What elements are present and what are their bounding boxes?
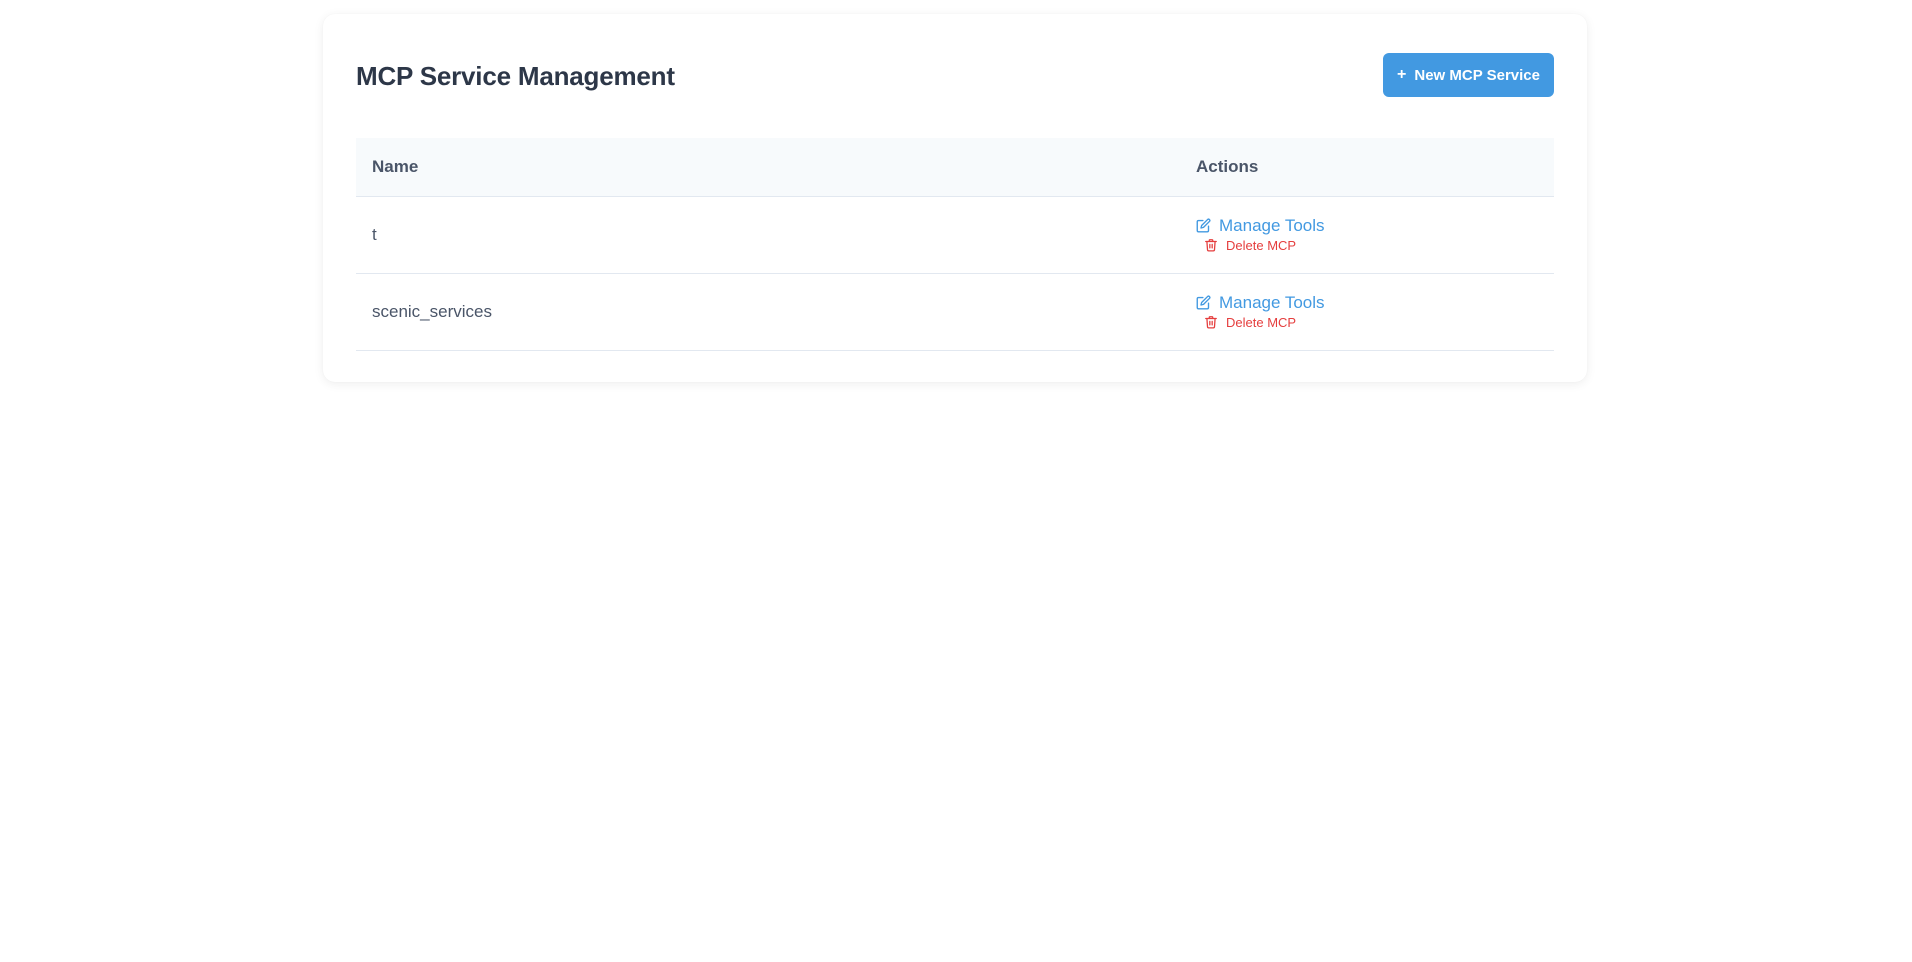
trash-icon: [1204, 238, 1218, 252]
manage-tools-link[interactable]: Manage Tools: [1196, 216, 1325, 236]
table-header: Name Actions: [356, 138, 1554, 197]
manage-tools-link[interactable]: Manage Tools: [1196, 293, 1325, 313]
table-row: scenic_services Manage Tools Delete MCP: [356, 274, 1554, 351]
edit-icon: [1196, 295, 1211, 310]
service-name: t: [372, 225, 377, 244]
service-name: scenic_services: [372, 302, 492, 321]
plus-icon: +: [1397, 66, 1407, 83]
column-header-name: Name: [372, 157, 419, 176]
edit-icon: [1196, 218, 1211, 233]
page-title: MCP Service Management: [356, 60, 675, 91]
new-mcp-service-button[interactable]: + New MCP Service: [1383, 53, 1554, 97]
manage-tools-label: Manage Tools: [1219, 215, 1325, 235]
card-header: MCP Service Management + New MCP Service: [356, 53, 1554, 98]
delete-mcp-link[interactable]: Delete MCP: [1196, 315, 1296, 330]
page: MCP Service Management + New MCP Service…: [0, 0, 1912, 962]
delete-mcp-link[interactable]: Delete MCP: [1196, 238, 1296, 253]
row-actions: Manage Tools Delete MCP: [1196, 216, 1554, 253]
delete-mcp-label: Delete MCP: [1226, 314, 1297, 330]
trash-icon: [1204, 315, 1218, 329]
new-mcp-service-label: New MCP Service: [1414, 66, 1540, 84]
manage-tools-label: Manage Tools: [1219, 292, 1325, 312]
delete-mcp-label: Delete MCP: [1226, 237, 1297, 253]
mcp-services-card: MCP Service Management + New MCP Service…: [323, 14, 1587, 382]
table-row: t Manage Tools Delete MCP: [356, 197, 1554, 274]
mcp-services-table: Name Actions t Manage Tools Delete MCP s…: [356, 138, 1554, 351]
row-actions: Manage Tools Delete MCP: [1196, 293, 1554, 330]
column-header-actions: Actions: [1196, 157, 1259, 176]
